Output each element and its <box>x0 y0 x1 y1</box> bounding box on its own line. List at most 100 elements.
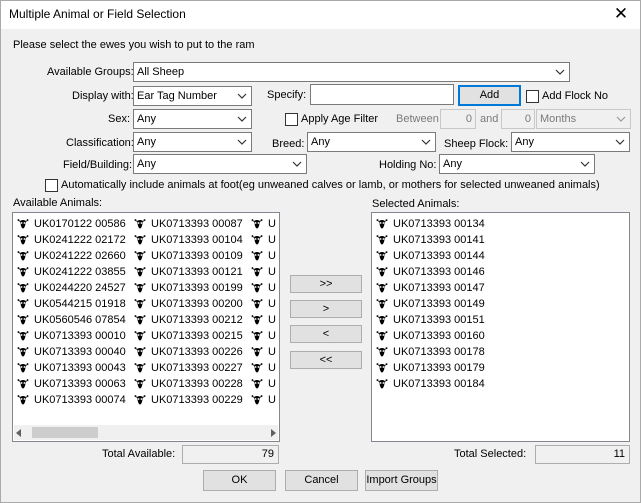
list-item-label: UK0713393 00149 <box>393 298 485 310</box>
sheep-head-icon <box>376 347 388 357</box>
list-item-label: UK0713393 00063 <box>34 378 126 390</box>
list-item-label: UK0713393 00010 <box>34 330 126 342</box>
list-item-label: UK0713393 00178 <box>393 346 485 358</box>
available-groups-dropdown[interactable]: All Sheep <box>133 62 570 82</box>
list-item-label: UK0241222 02660 <box>34 250 126 262</box>
scroll-left-arrow-icon[interactable] <box>16 429 21 437</box>
display-with-dropdown[interactable]: Ear Tag Number <box>133 86 252 106</box>
list-item-label: UK0713393 00212 <box>151 314 243 326</box>
display-with-value: Ear Tag Number <box>137 90 217 102</box>
list-item-label: UK0560546 07854 <box>34 314 126 326</box>
list-item-label: U <box>268 218 276 230</box>
classification-dropdown[interactable]: Any <box>133 132 252 152</box>
sheep-head-icon <box>134 395 146 405</box>
sheep-head-icon <box>376 267 388 277</box>
sheep-head-icon <box>376 283 388 293</box>
apply-age-filter-checkbox[interactable] <box>285 113 298 126</box>
period-unit-value: Months <box>540 113 577 125</box>
ok-button[interactable]: OK <box>203 470 276 491</box>
total-available-value: 79 <box>182 445 279 464</box>
list-item-label: UK0713393 00200 <box>151 298 243 310</box>
close-button[interactable]: ✕ <box>608 3 634 25</box>
holding-no-dropdown[interactable]: Any <box>439 154 595 174</box>
sheep-head-icon <box>134 315 146 325</box>
sheep-head-icon <box>17 251 29 261</box>
list-item-label: UK0713393 00121 <box>151 266 243 278</box>
list-item-label: U <box>268 362 276 374</box>
chevron-down-icon <box>292 161 302 167</box>
instruction-text: Please select the ewes you wish to put t… <box>13 39 255 51</box>
sheep-flock-dropdown[interactable]: Any <box>511 132 630 152</box>
period-unit-dropdown[interactable]: Months <box>536 109 631 129</box>
list-item-label: UK0713393 00141 <box>393 234 485 246</box>
list-item-label: UK0713393 00087 <box>151 218 243 230</box>
list-item-label: U <box>268 250 276 262</box>
sheep-head-icon <box>251 235 263 245</box>
sheep-head-icon <box>251 299 263 309</box>
list-item-label: UK0713393 00228 <box>151 378 243 390</box>
add-button[interactable]: Add <box>458 85 521 106</box>
sheep-head-icon <box>134 283 146 293</box>
sheep-head-icon <box>251 363 263 373</box>
list-item-label: UK0544215 01918 <box>34 298 126 310</box>
sheep-head-icon <box>134 331 146 341</box>
scroll-right-arrow-icon[interactable] <box>271 429 276 437</box>
breed-dropdown[interactable]: Any <box>307 132 436 152</box>
list-item-label: U <box>268 234 276 246</box>
sheep-head-icon <box>17 267 29 277</box>
cancel-button[interactable]: Cancel <box>285 470 358 491</box>
classification-label: Classification: <box>66 137 134 149</box>
include-at-foot-checkbox[interactable] <box>45 179 58 192</box>
sex-label: Sex: <box>108 113 131 125</box>
sex-value: Any <box>137 113 156 125</box>
breed-label: Breed: <box>272 138 305 150</box>
total-selected-value: 11 <box>535 445 630 464</box>
available-animals-list[interactable]: UK0170122 00586 UK0241222 02172 UK0241222 … <box>12 212 280 442</box>
chevron-down-icon <box>580 161 590 167</box>
available-list-scrollbar[interactable] <box>14 425 278 440</box>
list-item-label: UK0713393 00144 <box>393 250 485 262</box>
field-building-value: Any <box>137 158 156 170</box>
list-item-label: UK0713393 00109 <box>151 250 243 262</box>
list-item-label: UK0713393 00215 <box>151 330 243 342</box>
display-with-label: Display with: <box>72 90 134 102</box>
sheep-head-icon <box>376 235 388 245</box>
holding-no-label: Holding No: <box>379 159 437 171</box>
chevron-down-icon <box>555 69 565 75</box>
list-item-label: U <box>268 346 276 358</box>
sheep-head-icon <box>17 283 29 293</box>
sheep-head-icon <box>134 235 146 245</box>
apply-age-filter-label: Apply Age Filter <box>301 113 379 125</box>
sheep-head-icon <box>251 347 263 357</box>
title-bar[interactable]: Multiple Animal or Field Selection ✕ <box>1 1 640 29</box>
move-right-button[interactable]: > <box>290 300 362 318</box>
list-item-label: UK0713393 00184 <box>393 378 485 390</box>
move-all-left-button[interactable]: << <box>290 351 362 369</box>
move-all-right-button[interactable]: >> <box>290 275 362 293</box>
window-title: Multiple Animal or Field Selection <box>9 7 186 21</box>
list-item-label: UK0713393 00134 <box>393 218 485 230</box>
between-from-input[interactable]: 0 <box>440 109 476 129</box>
list-item-label: U <box>268 314 276 326</box>
selected-animals-list[interactable]: UK0713393 00134 UK0713393 00141 UK0713393 … <box>371 212 630 442</box>
sheep-head-icon <box>17 395 29 405</box>
sex-dropdown[interactable]: Any <box>133 109 252 129</box>
chevron-down-icon <box>615 139 625 145</box>
sheep-head-icon <box>251 395 263 405</box>
list-item-label: U <box>268 378 276 390</box>
between-to-input[interactable]: 0 <box>501 109 535 129</box>
between-label: Between <box>396 113 439 125</box>
sheep-head-icon <box>17 331 29 341</box>
field-building-dropdown[interactable]: Any <box>133 154 307 174</box>
specify-input[interactable] <box>310 84 454 105</box>
sheep-head-icon <box>134 379 146 389</box>
import-groups-button[interactable]: Import Groups <box>365 470 438 491</box>
list-item-label: UK0713393 00199 <box>151 282 243 294</box>
field-building-label: Field/Building: <box>63 159 133 171</box>
scrollbar-thumb[interactable] <box>32 427 98 438</box>
sheep-head-icon <box>17 219 29 229</box>
sheep-head-icon <box>134 299 146 309</box>
move-left-button[interactable]: < <box>290 325 362 343</box>
sheep-head-icon <box>376 299 388 309</box>
add-flock-no-checkbox[interactable] <box>526 90 539 103</box>
